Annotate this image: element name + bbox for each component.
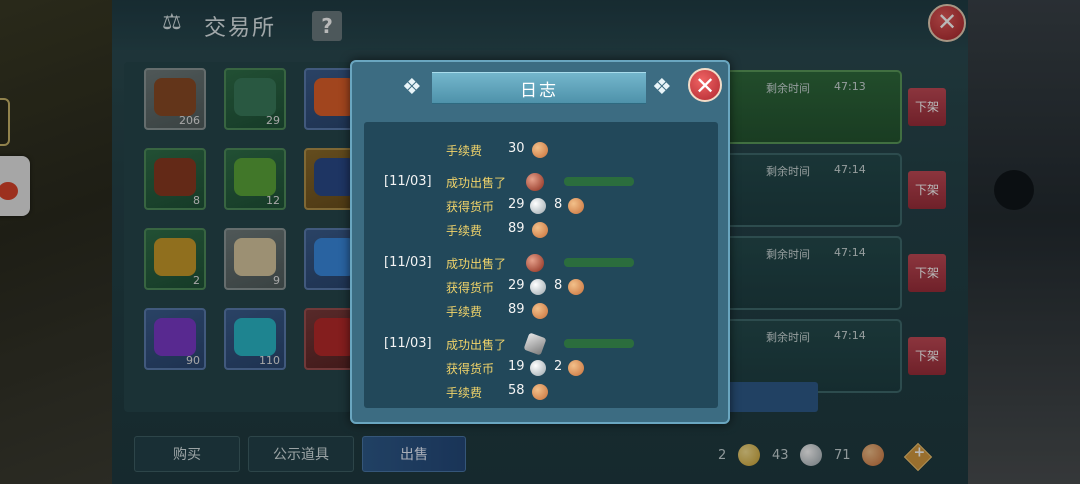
earned-label: 获得货币 xyxy=(446,200,495,214)
sold-label: 成功出售了 xyxy=(446,176,507,190)
fee-value: 89 xyxy=(508,221,525,236)
ruby-icon xyxy=(526,173,544,191)
fee-value: 30 xyxy=(508,141,525,156)
fee-label: 手续费 xyxy=(446,305,483,319)
log-date: [11/03] xyxy=(384,174,432,189)
item-name-blurred xyxy=(564,258,634,267)
item-name-blurred xyxy=(564,177,634,186)
ornament-left-icon: ❖ xyxy=(402,75,422,100)
earned-label: 获得货币 xyxy=(446,281,495,295)
fee-label: 手续费 xyxy=(446,386,483,400)
fee-label: 手续费 xyxy=(446,224,483,238)
bronze-coin-icon xyxy=(532,222,548,238)
bronze-coin-icon xyxy=(532,303,548,319)
bronze-coin-icon xyxy=(568,279,584,295)
silver-earned: 19 xyxy=(508,359,525,374)
earned-label: 获得货币 xyxy=(446,362,495,376)
silver-earned: 29 xyxy=(508,278,525,293)
silver-coin-icon xyxy=(530,198,546,214)
bronze-earned: 8 xyxy=(554,278,563,293)
bronze-earned: 8 xyxy=(554,197,563,212)
fee-value: 89 xyxy=(508,302,525,317)
log-title-banner: ❖ 日志 ❖ xyxy=(402,72,672,104)
fee-value: 58 xyxy=(508,383,525,398)
bronze-coin-icon xyxy=(532,384,548,400)
log-date: [11/03] xyxy=(384,255,432,270)
log-date: [11/03] xyxy=(384,336,432,351)
bronze-earned: 2 xyxy=(554,359,563,374)
silver-coin-icon xyxy=(530,279,546,295)
sold-label: 成功出售了 xyxy=(446,257,507,271)
ornament-right-icon: ❖ xyxy=(652,75,672,100)
feather-icon xyxy=(523,332,547,356)
log-dialog: ❖ 日志 ❖ ✕ 手续费 30 [11/03] 成功出售了 获得货币 29 8 手续费 89… xyxy=(350,60,730,424)
log-list[interactable]: 手续费 30 [11/03] 成功出售了 获得货币 29 8 手续费 89 [11/03] 成功… xyxy=(364,122,718,408)
ruby-icon xyxy=(526,254,544,272)
bronze-coin-icon xyxy=(568,198,584,214)
item-name-blurred xyxy=(564,339,634,348)
silver-earned: 29 xyxy=(508,197,525,212)
silver-coin-icon xyxy=(530,360,546,376)
log-close-button[interactable]: ✕ xyxy=(688,68,722,102)
fee-label: 手续费 xyxy=(446,144,483,158)
sold-label: 成功出售了 xyxy=(446,338,507,352)
log-title: 日志 xyxy=(520,81,558,101)
bronze-coin-icon xyxy=(568,360,584,376)
bronze-coin-icon xyxy=(532,142,548,158)
